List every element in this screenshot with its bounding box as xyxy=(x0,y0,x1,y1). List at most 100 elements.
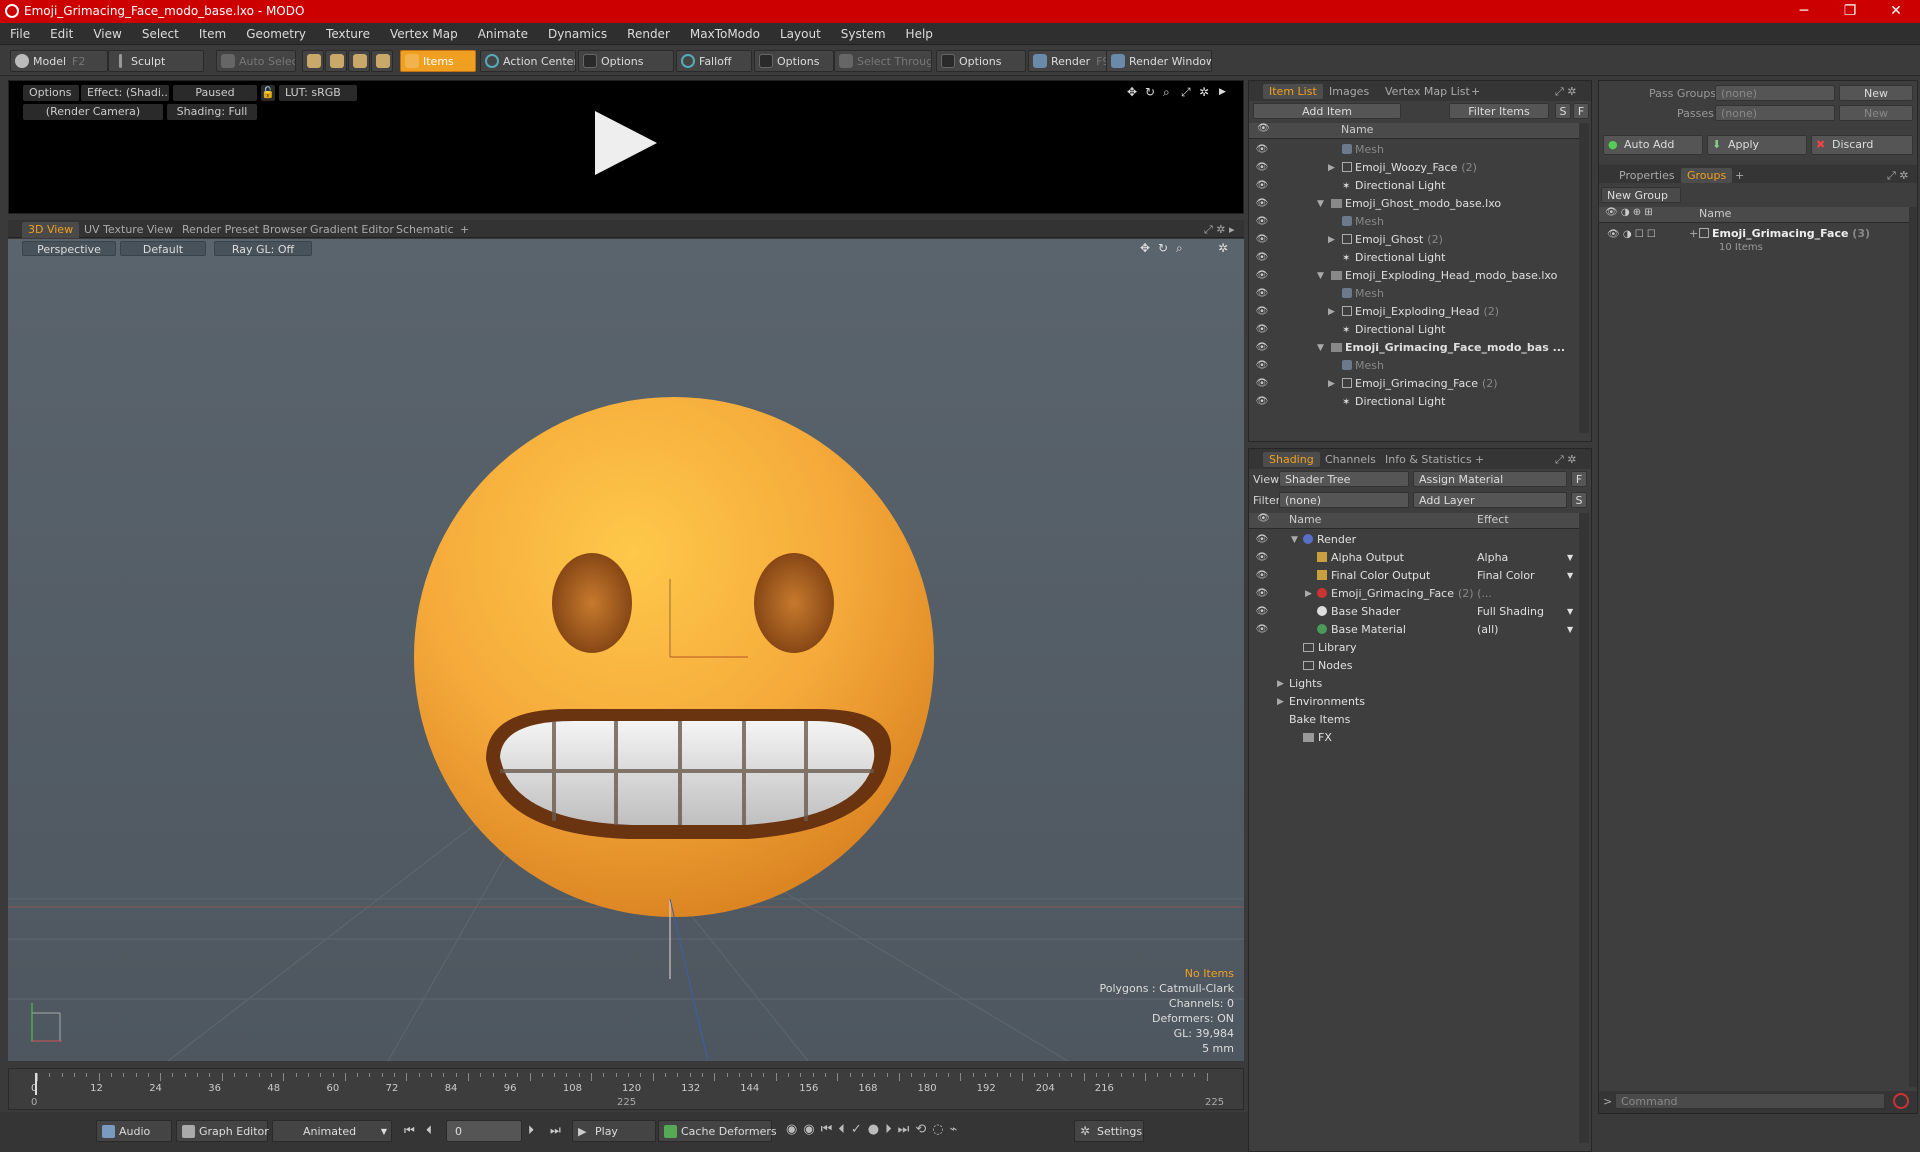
audio-button[interactable]: Audio xyxy=(96,1120,172,1142)
item-list-row[interactable]: 👁 Mesh xyxy=(1249,357,1579,375)
action-center-options[interactable]: Options xyxy=(578,50,674,72)
chevron-down-icon[interactable]: ▼ xyxy=(1317,195,1324,213)
eye-icon[interactable]: 👁 xyxy=(1255,621,1269,639)
falloff-button[interactable]: Falloff xyxy=(676,50,752,72)
effect-dropdown[interactable]: (all) xyxy=(1477,621,1498,639)
eye-icon[interactable]: 👁 xyxy=(1255,321,1269,339)
tab-images[interactable]: Images xyxy=(1323,84,1375,99)
eye-icon[interactable]: 👁 xyxy=(1255,531,1269,549)
effect-dropdown[interactable]: Final Color xyxy=(1477,567,1535,585)
menu-maxtomodo[interactable]: MaxToModo xyxy=(680,23,770,45)
eye-icon[interactable]: 👁 xyxy=(1255,339,1269,357)
eye-icon[interactable]: 👁 xyxy=(1255,585,1269,603)
shader-tree-row[interactable]: Bake Items xyxy=(1249,711,1579,729)
effect-dropdown[interactable]: Alpha xyxy=(1477,549,1508,567)
edge-mode-button[interactable] xyxy=(325,50,347,72)
tab-vertex-map-list[interactable]: Vertex Map List xyxy=(1379,84,1476,99)
action-center-button[interactable]: Action Center xyxy=(480,50,576,72)
menu-file[interactable]: File xyxy=(0,23,40,45)
refresh-icon[interactable]: ↻ xyxy=(1145,85,1155,99)
shader-tree-row[interactable]: 👁 ▼ Render xyxy=(1249,531,1579,549)
menu-layout[interactable]: Layout xyxy=(770,23,831,45)
groups-panel-options-icon[interactable]: ⤢ ✲ xyxy=(1881,168,1915,183)
chevron-down-icon[interactable]: ▼ xyxy=(1317,267,1324,285)
eye-icon[interactable]: 👁 xyxy=(1255,375,1269,393)
prev-key-icon[interactable]: ⏴ xyxy=(426,1123,432,1138)
item-list-row[interactable]: 👁 ▶ Emoji_Woozy_Face (2) xyxy=(1249,159,1579,177)
menu-render[interactable]: Render xyxy=(617,23,680,45)
add-item-dropdown[interactable]: Add Item xyxy=(1253,103,1401,119)
shading-panel-options-icon[interactable]: ⤢ ✲ ▸ xyxy=(1549,452,1591,481)
items-mode-button[interactable]: Items xyxy=(400,50,476,72)
item-list-row[interactable]: 👁 ✶ Directional Light xyxy=(1249,393,1579,411)
effect-dropdown[interactable]: Full Shading xyxy=(1477,603,1544,621)
shader-tree-row[interactable]: 👁 Base Shader Full Shading ▼ xyxy=(1249,603,1579,621)
item-list-row[interactable]: 👁 Mesh xyxy=(1249,141,1579,159)
tab-3d-view[interactable]: 3D View xyxy=(22,222,80,238)
vertex-mode-button[interactable] xyxy=(302,50,324,72)
eye-icon[interactable]: 👁 xyxy=(1255,603,1269,621)
lut-dropdown[interactable]: LUT: sRGB xyxy=(279,85,357,101)
shading-dropdown[interactable]: Shading: Full xyxy=(167,104,257,120)
item-list-row[interactable]: 👁 ✶ Directional Light xyxy=(1249,249,1579,267)
cache-deformers-button[interactable]: Cache Deformers xyxy=(658,1120,777,1142)
tab-uv-texture-view[interactable]: UV Texture View xyxy=(78,222,179,238)
item-list-row[interactable]: 👁 ▶ Emoji_Ghost (2) xyxy=(1249,231,1579,249)
viewport-tab-icons[interactable]: ⤢ ✲ ▸ xyxy=(1198,222,1241,238)
eye-icon[interactable]: 👁 xyxy=(1255,303,1269,321)
material-mode-button[interactable] xyxy=(371,50,393,72)
chevron-right-icon[interactable]: ▶ xyxy=(1328,303,1335,321)
chevron-right-icon[interactable]: ▶ xyxy=(1277,675,1284,693)
render-camera-dropdown[interactable]: (Render Camera) xyxy=(23,104,163,120)
render-window-button[interactable]: Render Window xyxy=(1106,50,1212,72)
menu-animate[interactable]: Animate xyxy=(468,23,538,45)
item-list-row[interactable]: 👁 Mesh xyxy=(1249,285,1579,303)
move-icon[interactable]: ✥ xyxy=(1127,85,1137,99)
gear-icon[interactable]: ✲ xyxy=(1199,85,1209,99)
chevron-down-icon[interactable]: ▼ xyxy=(1567,549,1573,567)
item-list-row[interactable]: 👁 Mesh xyxy=(1249,213,1579,231)
chevron-right-icon[interactable]: ▶ xyxy=(1328,159,1335,177)
add-layer-s-button[interactable]: S xyxy=(1571,492,1587,508)
shader-tree-row[interactable]: Library xyxy=(1249,639,1579,657)
tab-properties[interactable]: Properties xyxy=(1613,168,1681,183)
group-row-toggles[interactable]: 👁 ◑ ☐ ☐ xyxy=(1607,229,1656,240)
polygon-mode-button[interactable] xyxy=(348,50,370,72)
groups-scrollbar[interactable] xyxy=(1909,207,1917,1087)
chevron-down-icon[interactable]: ▼ xyxy=(1567,603,1573,621)
preview-paused-button[interactable]: Paused xyxy=(173,85,257,101)
panel-options-icon[interactable]: ⤢ ✲ ▸ xyxy=(1549,84,1591,113)
add-group-tab-icon[interactable]: + xyxy=(1729,168,1750,183)
shader-tree-row[interactable]: 👁 ▶ Emoji_Grimacing_Face (2) (... xyxy=(1249,585,1579,603)
new-pass-button[interactable]: New xyxy=(1839,105,1913,121)
filter-s-button[interactable]: S xyxy=(1555,103,1571,119)
chevron-right-icon[interactable]: ▶ xyxy=(1277,693,1284,711)
eye-icon[interactable]: 👁 xyxy=(1255,357,1269,375)
group-expand-icon[interactable]: + xyxy=(1689,227,1698,240)
shader-tree-row[interactable]: ▶ Lights xyxy=(1249,675,1579,693)
shader-tree-row[interactable]: FX xyxy=(1249,729,1579,747)
item-list-row[interactable]: 👁 ▶ Emoji_Exploding_Head (2) xyxy=(1249,303,1579,321)
shader-tree-scrollbar[interactable] xyxy=(1579,513,1589,1143)
add-tab-icon[interactable]: + xyxy=(454,222,475,238)
group-row[interactable]: 👁 ◑ ☐ ☐ + Emoji_Grimacing_Face (3) 10 It… xyxy=(1599,225,1909,257)
chevron-right-icon[interactable]: ▶ xyxy=(1305,585,1312,603)
add-layer-dropdown[interactable]: Add Layer xyxy=(1413,492,1567,508)
eye-icon[interactable]: 👁 xyxy=(1255,141,1269,159)
eye-icon[interactable]: 👁 xyxy=(1255,195,1269,213)
filter-items-field[interactable]: Filter Items xyxy=(1449,103,1549,119)
maximize-button[interactable]: ❐ xyxy=(1830,1,1870,22)
go-end-icon[interactable]: ⏭ xyxy=(550,1123,561,1138)
passes-dropdown[interactable]: (none) xyxy=(1715,105,1835,121)
model-button[interactable]: Model F2 xyxy=(10,50,108,72)
command-input[interactable]: Command xyxy=(1615,1093,1885,1109)
timeline-playhead[interactable] xyxy=(35,1073,37,1095)
shader-tree-row[interactable]: 👁 Base Material (all) ▼ xyxy=(1249,621,1579,639)
render-button[interactable]: RenderF9 xyxy=(1028,50,1108,72)
zoom-icon[interactable]: ⌕ xyxy=(1163,85,1170,100)
shader-tree-row[interactable]: 👁 Alpha Output Alpha ▼ xyxy=(1249,549,1579,567)
item-list-scrollbar[interactable] xyxy=(1579,123,1589,433)
graph-editor-button[interactable]: Graph Editor xyxy=(176,1120,269,1142)
play-icon[interactable] xyxy=(595,111,657,175)
select-through-button[interactable]: Select Through xyxy=(834,50,932,72)
